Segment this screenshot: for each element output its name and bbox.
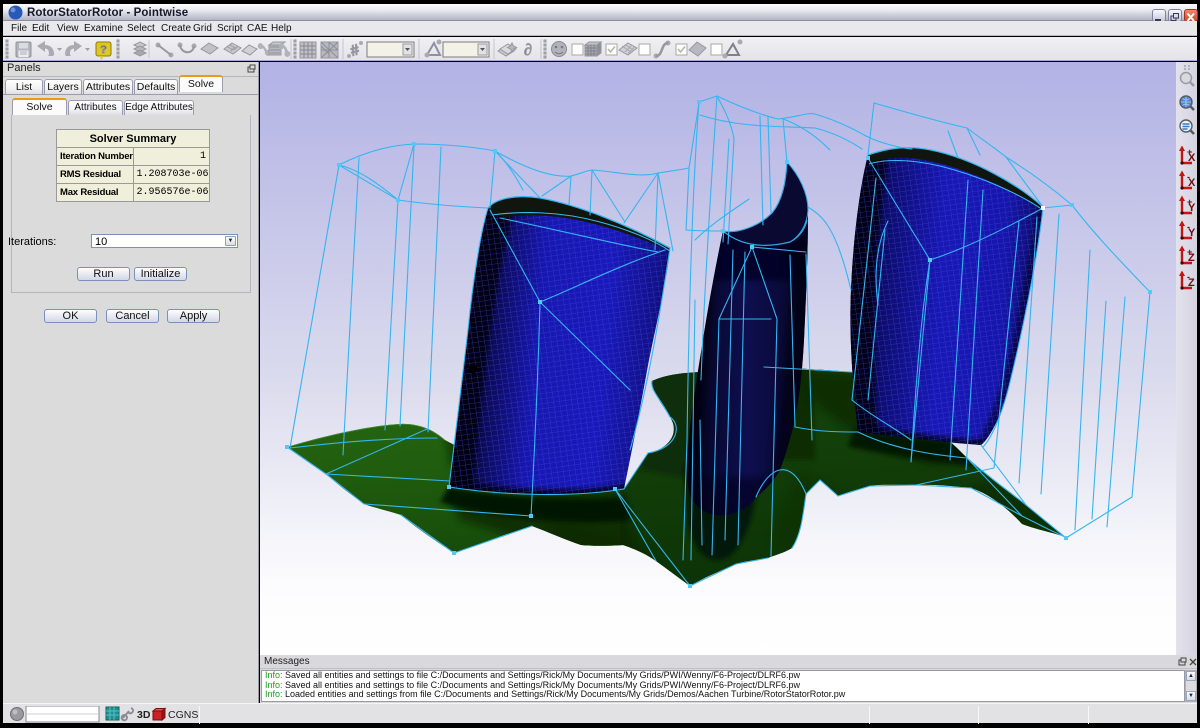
svg-text:Z: Z [1188, 277, 1195, 289]
svg-text:3D: 3D [137, 709, 151, 721]
svg-text:X: X [1188, 152, 1196, 164]
svg-text:Y: Y [1188, 202, 1196, 214]
svg-text:Z: Z [1188, 252, 1195, 264]
svg-text:?: ? [100, 44, 107, 56]
svg-text:Y: Y [1188, 227, 1196, 239]
svg-text:CGNS: CGNS [168, 709, 198, 721]
svg-text:∂: ∂ [524, 42, 532, 59]
svg-text:X: X [1188, 177, 1196, 189]
